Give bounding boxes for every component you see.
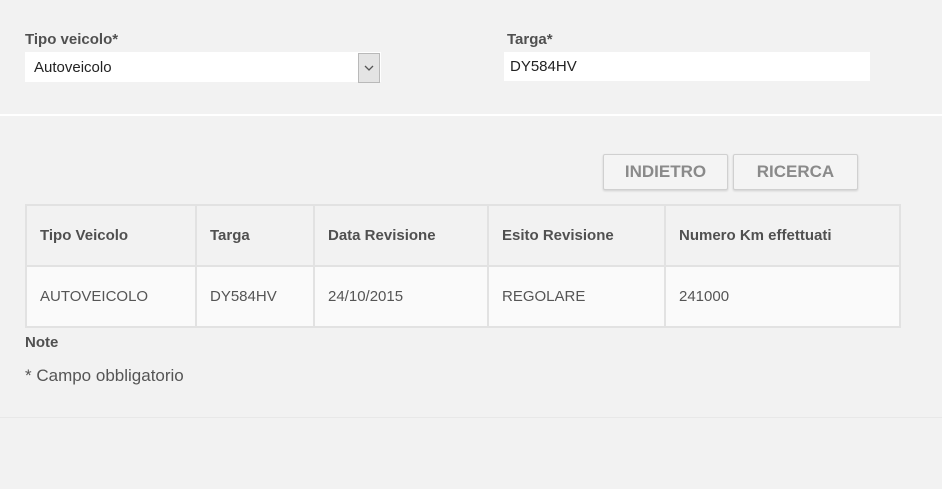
results-table: Tipo Veicolo Targa Data Revisione Esito …: [25, 204, 901, 328]
bottom-divider: [0, 417, 942, 418]
vehicle-type-value: Autoveicolo: [34, 59, 112, 76]
cell-revision-date: 24/10/2015: [313, 265, 489, 328]
vehicle-revision-page: Tipo veicolo* Autoveicolo Targa* INDIETR…: [0, 0, 942, 489]
search-button[interactable]: RICERCA: [733, 154, 858, 190]
cell-vehicle-type: AUTOVEICOLO: [25, 265, 197, 328]
vehicle-type-select[interactable]: Autoveicolo: [25, 52, 381, 83]
table-header-row: Tipo Veicolo Targa Data Revisione Esito …: [25, 204, 901, 267]
column-header-plate: Targa: [195, 204, 315, 267]
table-row: AUTOVEICOLO DY584HV 24/10/2015 REGOLARE …: [25, 265, 901, 328]
cell-km: 241000: [664, 265, 901, 328]
required-field-note: * Campo obbligatorio: [25, 366, 184, 385]
cell-plate: DY584HV: [195, 265, 315, 328]
column-header-vehicle-type: Tipo Veicolo: [25, 204, 197, 267]
vehicle-type-label: Tipo veicolo*: [25, 31, 119, 48]
column-header-revision-date: Data Revisione: [313, 204, 489, 267]
chevron-down-icon[interactable]: [358, 53, 380, 83]
plate-input[interactable]: [504, 52, 870, 81]
notes-title: Note: [25, 334, 59, 351]
back-button[interactable]: INDIETRO: [603, 154, 728, 190]
cell-revision-outcome: REGOLARE: [487, 265, 666, 328]
section-divider: [0, 114, 942, 116]
column-header-revision-outcome: Esito Revisione: [487, 204, 666, 267]
column-header-km: Numero Km effettuati: [664, 204, 901, 267]
plate-label: Targa*: [507, 31, 553, 48]
